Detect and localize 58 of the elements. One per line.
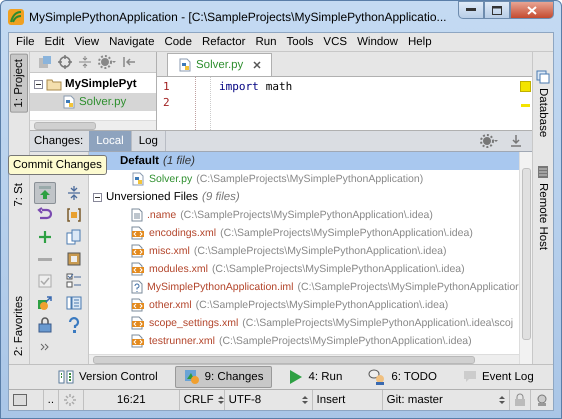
caret-position[interactable]: 16:21 <box>84 390 180 410</box>
tool-window-tab[interactable]: 7: St <box>11 178 27 210</box>
insert-mode[interactable]: Insert <box>312 390 383 410</box>
file-name[interactable]: encodings.xml <box>149 227 216 239</box>
file-path: (C:\SampleProjects\MySimplePythonApplication\.idea) <box>196 299 448 311</box>
panel-tab[interactable]: Log <box>132 131 166 151</box>
file-name[interactable]: scope_settings.xml <box>149 317 238 329</box>
file-path: (C:\SampleProjects\MySimplePythonApplication\.idea) <box>220 227 473 239</box>
tool-window-button[interactable]: Version Control <box>49 366 167 388</box>
panel-title: Changes: <box>33 134 84 149</box>
menu-item[interactable]: Tools <box>282 36 318 48</box>
file-path: (C:\SampleProjects\MySimplePythonApplication\.idea) <box>212 263 465 275</box>
tooltip: Commit Changes <box>8 155 107 175</box>
encoding[interactable]: UTF-8 <box>228 394 262 406</box>
vcs-branch[interactable]: Git: master <box>386 394 443 406</box>
file-count: (9 files) <box>202 191 240 203</box>
file-path: (C:\SampleProjects\MySimplePythonApplication\.idea) <box>194 245 447 257</box>
code-token: math <box>266 79 292 95</box>
line-separator[interactable]: CRLF <box>184 394 214 406</box>
menu-item[interactable]: Window <box>352 36 403 48</box>
file-count: (1 file) <box>162 155 195 167</box>
menu-item[interactable]: Code <box>159 36 197 48</box>
menu-item[interactable]: Run <box>250 36 282 48</box>
menu-item[interactable]: Edit <box>40 36 70 48</box>
tool-window-tab[interactable]: 2: Favorites <box>11 292 27 360</box>
file-name[interactable]: misc.xml <box>149 245 190 257</box>
tool-window-tab[interactable]: Database <box>537 88 549 138</box>
file-name[interactable]: MySimplePythonApplication.iml <box>147 281 294 293</box>
window-title: MySimplePythonApplication - [C:\SampleProjects\MySimplePythonApplicatio... <box>29 10 448 24</box>
line-number: 1 <box>163 79 170 95</box>
file-path: (C:\SampleProjects\MySimplePythonApplication\.idea\scoj <box>242 317 514 329</box>
project-tree-item[interactable]: MySimplePyt <box>65 78 137 90</box>
menu-item[interactable]: VCS <box>318 36 352 48</box>
tool-window-tab[interactable]: 1: Project <box>10 54 28 113</box>
event-log-button[interactable]: Event Log <box>454 367 543 387</box>
tool-window-button[interactable]: 9: Changes <box>174 366 272 388</box>
line-number: 2 <box>163 95 170 111</box>
tool-window-button[interactable]: 6: TODO <box>359 366 446 388</box>
file-name[interactable]: modules.xml <box>149 263 208 275</box>
menu-item[interactable]: View <box>69 36 104 48</box>
menu-item[interactable]: Refactor <box>196 36 250 48</box>
menu-item[interactable]: Navigate <box>104 36 160 48</box>
code-keyword: import <box>219 79 259 95</box>
file-path: (C:\SampleProjects\MySimplePythonApplication\.idea) <box>180 209 433 221</box>
file-name[interactable]: .name <box>147 209 176 221</box>
tool-window-tab[interactable]: Remote Host <box>537 183 549 250</box>
changelist-name[interactable]: Unversioned Files <box>106 191 198 203</box>
file-path: (C:\SampleProjects\MySimplePythonApplicatior <box>297 281 519 293</box>
menu-item[interactable]: File <box>11 36 40 48</box>
tool-window-button[interactable]: 4: Run <box>280 366 352 388</box>
status-more[interactable]: .. <box>44 390 60 410</box>
file-path: (C:\SampleProjects\MySimplePythonApplication\.idea) <box>218 335 472 347</box>
menu-item[interactable]: Help <box>402 36 437 48</box>
file-path: (C:\SampleProjects\MySimplePythonApplication) <box>196 173 424 185</box>
file-name[interactable]: other.xml <box>149 299 192 311</box>
changelist-name[interactable]: Default <box>120 155 159 167</box>
file-name[interactable]: Solver.py <box>149 173 192 185</box>
file-name[interactable]: testrunner.xml <box>149 335 215 347</box>
